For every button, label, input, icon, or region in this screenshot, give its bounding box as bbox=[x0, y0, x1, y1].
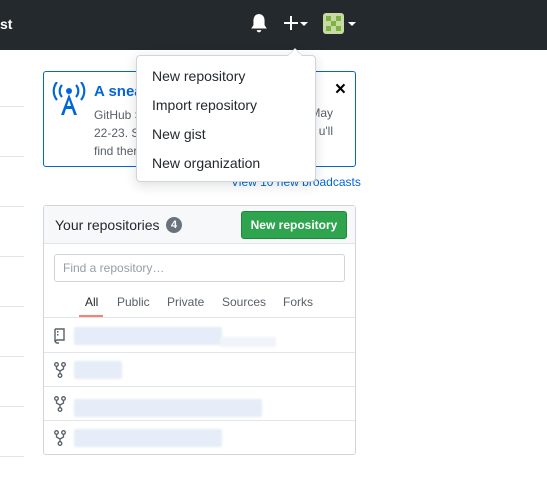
fork-icon bbox=[54, 362, 66, 378]
list-item[interactable] bbox=[44, 387, 355, 421]
broadcast-body-right: u'll bbox=[318, 124, 333, 138]
repository-name-redacted bbox=[74, 327, 222, 345]
chevron-down-icon bbox=[300, 22, 308, 26]
divider bbox=[0, 156, 24, 157]
tab-all[interactable]: All bbox=[85, 295, 98, 309]
avatar bbox=[323, 13, 344, 34]
tab-forks[interactable]: Forks bbox=[283, 295, 313, 309]
divider bbox=[0, 356, 24, 357]
bell-icon[interactable] bbox=[250, 14, 268, 34]
divider bbox=[0, 456, 24, 457]
broadcast-icon bbox=[52, 82, 86, 115]
divider bbox=[0, 406, 24, 407]
list-item[interactable] bbox=[44, 421, 355, 455]
tab-public[interactable]: Public bbox=[117, 295, 150, 309]
repository-filter-tabs: All Public Private Sources Forks bbox=[44, 292, 355, 318]
header-nav-partial[interactable]: st bbox=[0, 16, 12, 32]
top-header: st bbox=[0, 0, 547, 50]
find-repository-input[interactable] bbox=[54, 254, 345, 282]
list-item[interactable] bbox=[44, 353, 355, 387]
repositories-title: Your repositories bbox=[55, 217, 160, 233]
repository-name-redacted bbox=[74, 429, 222, 447]
menu-item-new-gist[interactable]: New gist bbox=[152, 126, 206, 142]
tab-sources[interactable]: Sources bbox=[222, 295, 266, 309]
repositories-panel: Your repositories 4 New repository All P… bbox=[43, 205, 356, 455]
repositories-count-badge: 4 bbox=[166, 217, 182, 233]
active-tab-underline bbox=[79, 315, 103, 317]
menu-item-new-repository[interactable]: New repository bbox=[152, 68, 245, 84]
create-new-dropdown: New repository Import repository New gis… bbox=[136, 48, 316, 182]
repository-name-redacted bbox=[74, 399, 262, 417]
create-new-menu-button[interactable] bbox=[284, 13, 310, 33]
fork-icon bbox=[54, 430, 66, 446]
repo-icon bbox=[54, 328, 65, 344]
repository-name-redacted bbox=[220, 337, 276, 347]
repository-name-redacted bbox=[74, 361, 122, 379]
divider bbox=[0, 206, 24, 207]
fork-icon bbox=[54, 396, 66, 412]
close-icon[interactable]: × bbox=[335, 80, 346, 100]
user-menu-button[interactable] bbox=[323, 13, 359, 35]
tab-private[interactable]: Private bbox=[167, 295, 204, 309]
menu-item-import-repository[interactable]: Import repository bbox=[152, 97, 257, 113]
divider bbox=[0, 256, 24, 257]
divider bbox=[0, 106, 24, 107]
chevron-down-icon bbox=[348, 22, 356, 26]
list-item[interactable] bbox=[44, 319, 355, 353]
repositories-header: Your repositories 4 New repository bbox=[44, 206, 355, 244]
plus-icon bbox=[284, 16, 298, 30]
new-repository-button[interactable]: New repository bbox=[241, 211, 347, 239]
menu-item-new-organization[interactable]: New organization bbox=[152, 155, 260, 171]
divider bbox=[0, 306, 24, 307]
